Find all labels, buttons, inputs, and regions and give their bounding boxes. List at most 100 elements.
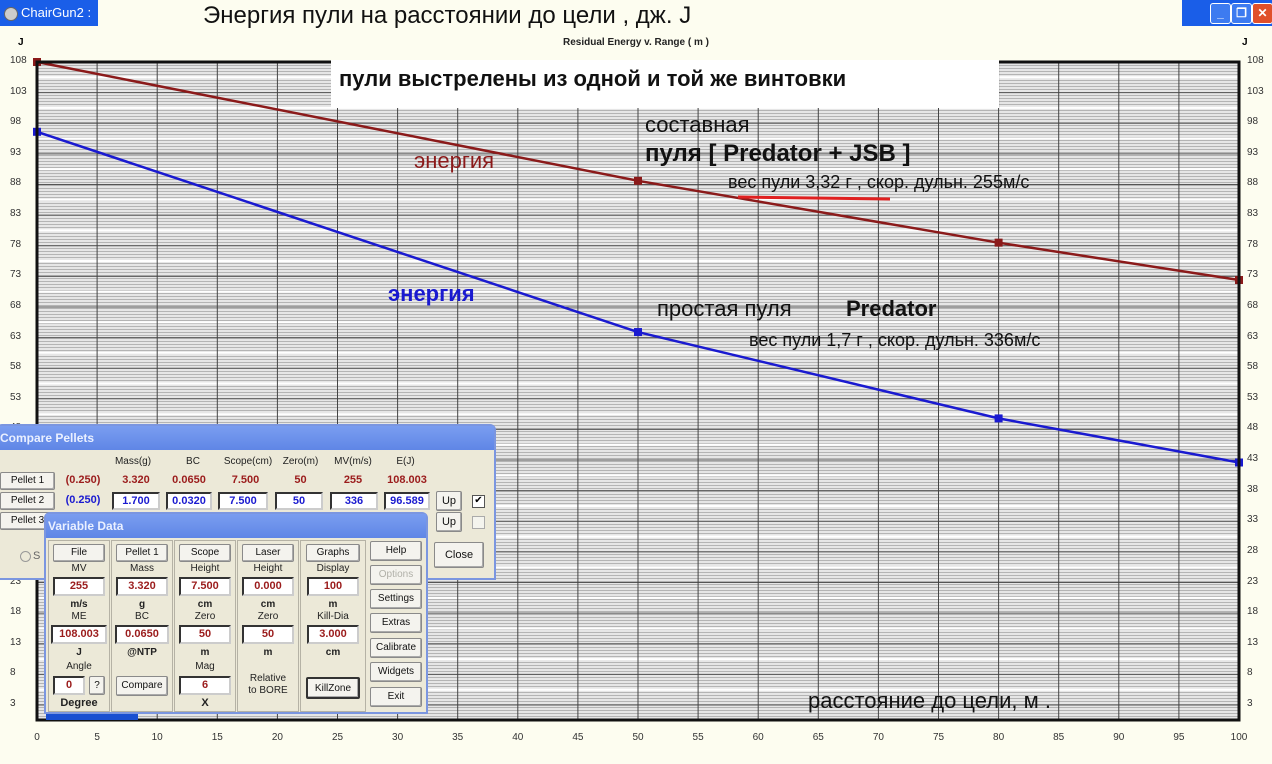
pellet3-up-button[interactable]: Up: [436, 512, 462, 532]
kill-dia-label: Kill-Dia: [317, 611, 349, 622]
pellet2-energy-input[interactable]: 96.589: [384, 492, 430, 510]
options-button[interactable]: Options: [370, 565, 422, 585]
display-unit: m: [328, 599, 338, 610]
header-zero: Zero(m): [282, 456, 319, 467]
laser-height-unit: cm: [260, 599, 276, 610]
angle-help-button[interactable]: ?: [89, 676, 105, 695]
series-radio[interactable]: S: [20, 550, 40, 562]
display-input[interactable]: 100: [307, 577, 359, 596]
me-label: ME: [71, 611, 87, 622]
mass-label: Mass: [130, 563, 154, 574]
pellet2-up-button[interactable]: Up: [436, 491, 462, 511]
pellet1-button[interactable]: Pellet 1: [0, 472, 55, 490]
pellet1-zero: 50: [294, 474, 307, 486]
energy-label-pellet2: энергия: [388, 281, 475, 306]
pellet3-checkbox[interactable]: [472, 516, 485, 529]
pellet1-caliber: (0.250): [65, 474, 101, 486]
laser-zero-input[interactable]: 50: [242, 625, 294, 644]
pellet2-bc-input[interactable]: 0.0320: [166, 492, 212, 510]
laser-zero-unit: m: [263, 647, 273, 658]
data-point-marker: [634, 328, 642, 337]
graphs-button[interactable]: Graphs: [306, 544, 360, 562]
mv-unit: m/s: [70, 599, 88, 610]
banner: пули выстрелены из одной и той же винтов…: [331, 60, 999, 108]
pellet2-caption-a: простая пуля: [657, 296, 792, 321]
angle-input[interactable]: 0: [53, 676, 85, 695]
display-label: Display: [316, 563, 350, 574]
relative-label: Relative: [249, 673, 287, 684]
settings-button[interactable]: Settings: [370, 589, 422, 609]
pellet1-details: вес пули 3,32 г , скор. дульн. 255м/с: [728, 172, 1030, 192]
header-mass: Mass(g): [114, 456, 152, 467]
bc-unit: @NTP: [127, 647, 157, 658]
compare-pellets-title: Compare Pellets: [0, 426, 494, 450]
pellet2-checkbox[interactable]: ✔: [472, 495, 485, 508]
scope-height-label: Height: [190, 563, 220, 574]
pellet1-caption-line1: составная: [645, 112, 750, 137]
me-input[interactable]: 108.003: [51, 625, 107, 644]
killzone-button[interactable]: KillZone: [306, 677, 360, 699]
radio-icon: [20, 550, 31, 562]
pellet2-details: вес пули 1,7 г , скор. дульн. 336м/с: [749, 330, 1041, 350]
energy-label-pellet1: энергия: [414, 148, 495, 173]
banner-text: пули выстрелены из одной и той же винтов…: [339, 66, 847, 91]
file-button[interactable]: File: [53, 544, 105, 562]
column-laser: Laser Height 0.000 cm Zero 50 m Relative…: [237, 540, 299, 712]
mass-input[interactable]: 3.320: [116, 577, 168, 596]
scope-height-unit: cm: [197, 599, 213, 610]
extras-button[interactable]: Extras: [370, 613, 422, 633]
data-point-marker: [634, 176, 642, 185]
angle-unit: Degree: [60, 697, 98, 709]
laser-button[interactable]: Laser: [242, 544, 294, 562]
exit-button[interactable]: Exit: [370, 687, 422, 707]
mag-unit: X: [201, 697, 209, 709]
variable-data-dialog: Variable Data File MV 255 m/s ME 108.003…: [44, 512, 428, 714]
widgets-button[interactable]: Widgets: [370, 662, 422, 682]
mass-unit: g: [138, 599, 146, 610]
pellet2-button[interactable]: Pellet 2: [0, 492, 55, 510]
kill-dia-unit: cm: [325, 647, 341, 658]
x-axis-label: расстояние до цели, м .: [808, 688, 1051, 713]
mv-input[interactable]: 255: [53, 577, 105, 596]
data-point-marker: [994, 238, 1003, 247]
pellet-select-button[interactable]: Pellet 1: [116, 544, 168, 562]
pellet2-scope-input[interactable]: 7.500: [218, 492, 268, 510]
scope-zero-label: Zero: [194, 611, 216, 622]
column-mass: Pellet 1 Mass 3.320 g BC 0.0650 @NTP Com…: [111, 540, 173, 712]
bc-input[interactable]: 0.0650: [115, 625, 169, 644]
pellet1-mass: 3.320: [122, 474, 150, 486]
pellet1-bc: 0.0650: [172, 474, 206, 486]
pellet2-zero-input[interactable]: 50: [275, 492, 323, 510]
header-scope: Scope(cm): [223, 456, 273, 467]
column-mv: File MV 255 m/s ME 108.003 J Angle 0 ? D…: [48, 540, 110, 712]
compare-button[interactable]: Compare: [116, 676, 168, 696]
taskbar-fragment: [46, 714, 138, 720]
scope-zero-unit: m: [200, 647, 210, 658]
column-graphs: Graphs Display 100 m Kill-Dia 3.000 cm K…: [300, 540, 366, 712]
mv-label: MV: [71, 563, 87, 574]
pellet1-caption-line2: пуля [ Predator + JSB ]: [645, 140, 911, 167]
laser-height-label: Height: [253, 563, 283, 574]
pellet2-mv-input[interactable]: 336: [330, 492, 378, 510]
kill-dia-input[interactable]: 3.000: [307, 625, 359, 644]
scope-button[interactable]: Scope: [179, 544, 231, 562]
pellet1-scope: 7.500: [231, 474, 260, 486]
pellet2-mass-input[interactable]: 1.700: [112, 492, 160, 510]
mag-label: Mag: [195, 661, 215, 672]
help-button[interactable]: Help: [370, 541, 422, 561]
scope-zero-input[interactable]: 50: [179, 625, 231, 644]
me-unit: J: [76, 647, 82, 658]
pellet1-mv: 255: [343, 474, 363, 486]
bc-label: BC: [135, 611, 149, 622]
laser-height-input[interactable]: 0.000: [242, 577, 294, 596]
pellet2-caliber: (0.250): [65, 494, 101, 506]
header-e: E(J): [396, 456, 415, 467]
data-point-marker: [994, 414, 1003, 423]
pellet2-caption-b: Predator: [846, 296, 937, 321]
close-compare-button[interactable]: Close: [434, 542, 484, 568]
header-bc: BC: [186, 456, 200, 467]
calibrate-button[interactable]: Calibrate: [370, 638, 422, 658]
mag-input[interactable]: 6: [179, 676, 231, 695]
angle-label: Angle: [66, 661, 92, 672]
scope-height-input[interactable]: 7.500: [179, 577, 231, 596]
